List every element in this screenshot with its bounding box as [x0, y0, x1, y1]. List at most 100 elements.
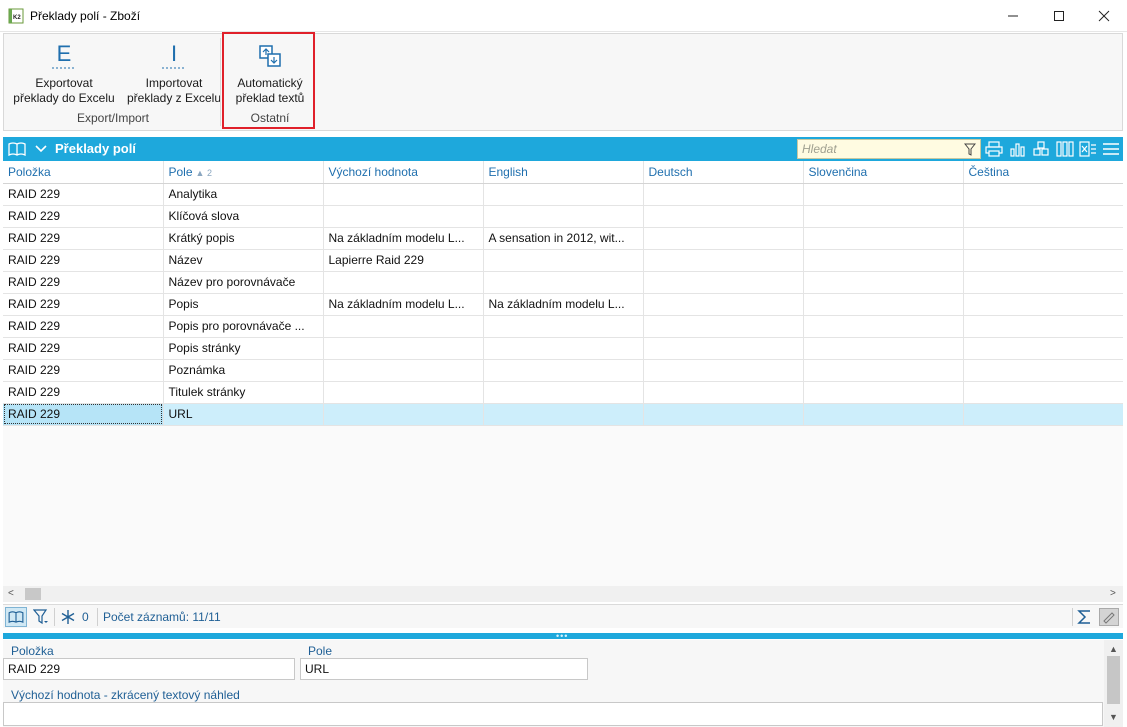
cell-polozka[interactable]: RAID 229 [3, 271, 164, 294]
table-row[interactable]: RAID 229 Název pro porovnávače [3, 271, 1123, 294]
splitter-grip[interactable]: ••• [556, 632, 568, 641]
pane-splitter[interactable]: ••• [3, 632, 1123, 641]
cell-deutsch[interactable] [643, 381, 804, 404]
cell-polozka[interactable]: RAID 229 [3, 227, 164, 250]
vertical-scrollbar[interactable]: ▲ ▼ [1104, 640, 1123, 727]
scroll-right-icon[interactable]: > [1110, 588, 1116, 599]
cell-polozka[interactable]: RAID 229 [3, 337, 164, 360]
cell-vychozi-hodnota[interactable] [323, 183, 484, 206]
table-row[interactable]: RAID 229 URL [3, 403, 1123, 426]
book-icon[interactable] [7, 140, 27, 158]
cell-english[interactable] [483, 403, 644, 426]
horizontal-scrollbar[interactable]: < > [3, 586, 1123, 602]
cell-vychozi-hodnota[interactable]: Na základním modelu L... [323, 293, 484, 316]
cell-cestina[interactable] [963, 315, 1123, 338]
pole-field[interactable]: URL [300, 658, 588, 680]
scrollbar-thumb[interactable] [25, 588, 41, 600]
cell-deutsch[interactable] [643, 359, 804, 382]
scroll-down-icon[interactable]: ▼ [1109, 712, 1118, 722]
cell-english[interactable] [483, 381, 644, 404]
cell-slovencina[interactable] [803, 183, 964, 206]
cell-polozka[interactable]: RAID 229 [3, 403, 164, 426]
cell-polozka[interactable]: RAID 229 [3, 205, 164, 228]
search-field[interactable] [797, 139, 981, 159]
cell-pole[interactable]: URL [163, 403, 324, 426]
columns-icon[interactable] [1055, 140, 1075, 158]
cell-cestina[interactable] [963, 359, 1123, 382]
column-header-pole[interactable]: Pole ▲ 2 [163, 161, 324, 184]
cell-vychozi-hodnota[interactable] [323, 205, 484, 228]
cell-cestina[interactable] [963, 271, 1123, 294]
cell-vychozi-hodnota[interactable] [323, 315, 484, 338]
cell-polozka[interactable]: RAID 229 [3, 249, 164, 272]
print-icon[interactable] [984, 140, 1004, 158]
minimize-button[interactable] [990, 0, 1036, 32]
polozka-field[interactable]: RAID 229 [3, 658, 295, 680]
cell-deutsch[interactable] [643, 293, 804, 316]
cell-pole[interactable]: Titulek stránky [163, 381, 324, 404]
cell-polozka[interactable]: RAID 229 [3, 315, 164, 338]
cell-pole[interactable]: Popis pro porovnávače ... [163, 315, 324, 338]
table-row[interactable]: RAID 229 Poznámka [3, 359, 1123, 382]
scroll-left-icon[interactable]: < [8, 588, 14, 599]
cell-pole[interactable]: Popis [163, 293, 324, 316]
cell-deutsch[interactable] [643, 227, 804, 250]
column-header-vychozi-hodnota[interactable]: Výchozí hodnota [323, 161, 484, 184]
cell-slovencina[interactable] [803, 205, 964, 228]
search-input[interactable] [798, 140, 958, 158]
filter-icon[interactable] [964, 143, 976, 156]
table-row[interactable]: RAID 229 Titulek stránky [3, 381, 1123, 404]
cell-english[interactable] [483, 337, 644, 360]
cell-pole[interactable]: Klíčová slova [163, 205, 324, 228]
close-button[interactable] [1081, 0, 1127, 32]
cell-cestina[interactable] [963, 227, 1123, 250]
cell-pole[interactable]: Popis stránky [163, 337, 324, 360]
cell-slovencina[interactable] [803, 381, 964, 404]
cell-vychozi-hodnota[interactable] [323, 271, 484, 294]
cell-english[interactable] [483, 271, 644, 294]
edit-icon[interactable] [1099, 605, 1119, 629]
cell-cestina[interactable] [963, 249, 1123, 272]
export-to-excel-button[interactable]: E Exportovat překlady do Excelu [10, 36, 118, 110]
cell-english[interactable] [483, 205, 644, 228]
cell-pole[interactable]: Analytika [163, 183, 324, 206]
cell-cestina[interactable] [963, 183, 1123, 206]
cell-deutsch[interactable] [643, 271, 804, 294]
cell-vychozi-hodnota[interactable] [323, 403, 484, 426]
preview-field[interactable] [3, 702, 1103, 726]
cell-slovencina[interactable] [803, 359, 964, 382]
table-row[interactable]: RAID 229 Název Lapierre Raid 229 [3, 249, 1123, 272]
scrollbar-thumb[interactable] [1107, 656, 1120, 704]
column-header-slovencina[interactable]: Slovenčina [803, 161, 964, 184]
cell-vychozi-hodnota[interactable] [323, 381, 484, 404]
cell-slovencina[interactable] [803, 337, 964, 360]
cell-english[interactable]: Na základním modelu L... [483, 293, 644, 316]
cell-english[interactable] [483, 183, 644, 206]
import-from-excel-button[interactable]: I Importovat překlady z Excelu [124, 36, 224, 110]
cell-polozka[interactable]: RAID 229 [3, 183, 164, 206]
cell-slovencina[interactable] [803, 227, 964, 250]
cell-cestina[interactable] [963, 403, 1123, 426]
menu-icon[interactable] [1101, 140, 1121, 158]
cell-deutsch[interactable] [643, 315, 804, 338]
scroll-up-icon[interactable]: ▲ [1109, 644, 1118, 654]
table-row[interactable]: RAID 229 Analytika [3, 183, 1123, 206]
cell-slovencina[interactable] [803, 403, 964, 426]
cell-english[interactable] [483, 359, 644, 382]
column-header-polozka[interactable]: Položka [3, 161, 164, 184]
cell-english[interactable] [483, 249, 644, 272]
cell-slovencina[interactable] [803, 271, 964, 294]
cell-deutsch[interactable] [643, 205, 804, 228]
column-header-cestina[interactable]: Čeština [963, 161, 1123, 184]
cell-deutsch[interactable] [643, 403, 804, 426]
cell-english[interactable]: A sensation in 2012, wit... [483, 227, 644, 250]
sum-icon[interactable] [1074, 605, 1094, 629]
cubes-icon[interactable] [1031, 140, 1051, 158]
cell-polozka[interactable]: RAID 229 [3, 381, 164, 404]
cell-pole[interactable]: Název [163, 249, 324, 272]
table-row[interactable]: RAID 229 Klíčová slova [3, 205, 1123, 228]
cell-deutsch[interactable] [643, 183, 804, 206]
book-view-toggle[interactable] [5, 607, 27, 627]
filter-dropdown-button[interactable] [31, 605, 51, 629]
cell-vychozi-hodnota[interactable]: Na základním modelu L... [323, 227, 484, 250]
